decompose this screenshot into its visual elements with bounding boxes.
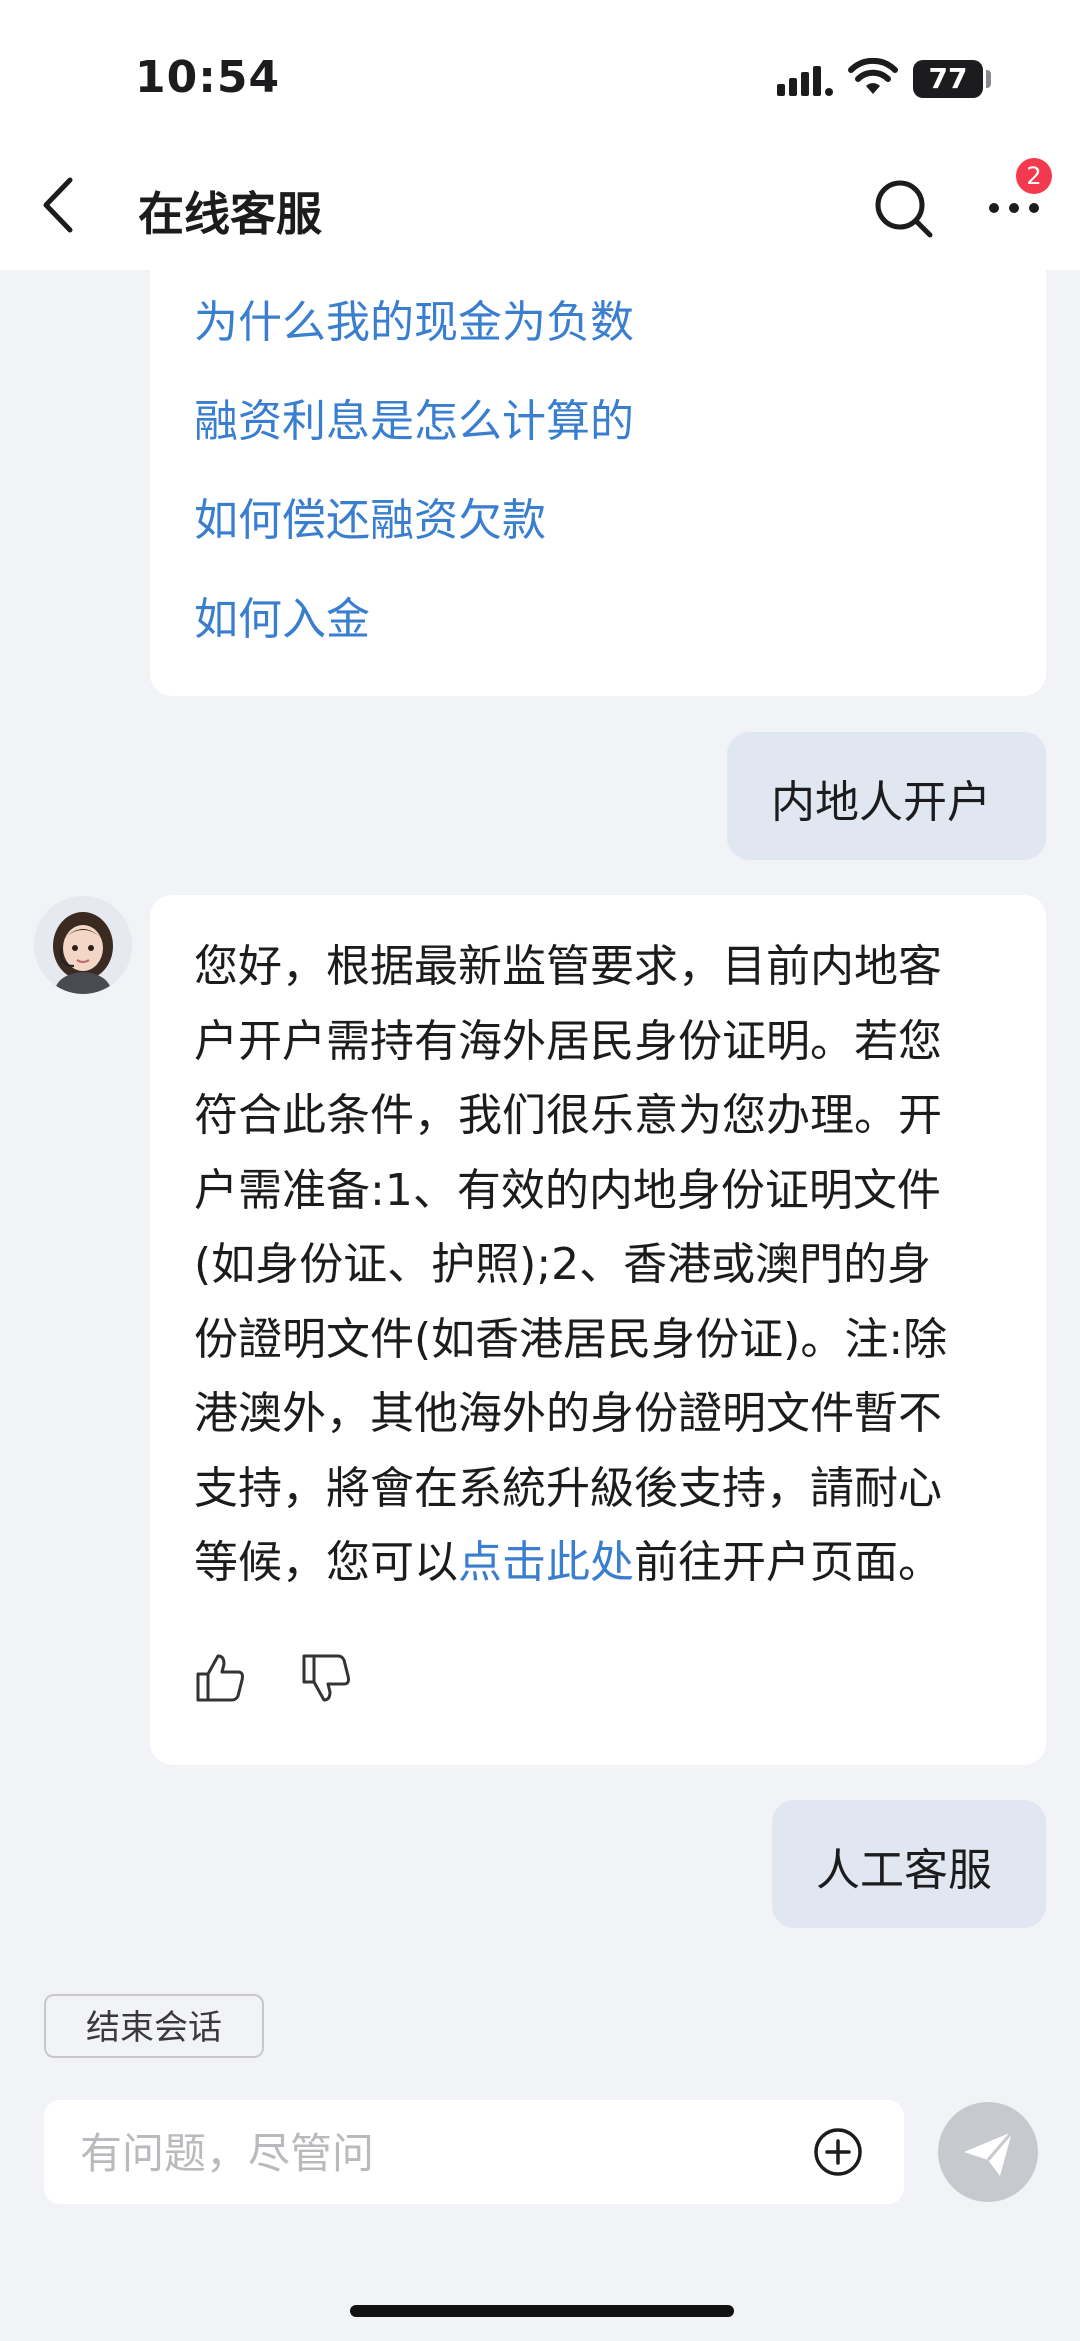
answer-text-prefix: 等候，您可以 [194, 1537, 458, 1588]
faq-item[interactable]: 融资利息是怎么计算的 [194, 385, 634, 449]
thumbs-down-icon[interactable] [298, 1650, 354, 1706]
user-message-bubble: 内地人开户 [727, 732, 1046, 860]
battery-tip [986, 70, 991, 88]
faq-item[interactable]: 如何入金 [194, 583, 370, 647]
answer-line: 份證明文件(如香港居民身份证)。注:除 [194, 1313, 948, 1365]
answer-line: 户开户需持有海外居民身份证明。若您 [194, 1015, 942, 1067]
user-message-text: 人工客服 [816, 1845, 992, 1896]
search-icon[interactable] [870, 175, 936, 241]
faq-item[interactable]: 为什么我的现金为负数 [194, 286, 634, 350]
answer-line-last: 等候，您可以点击此处前往开户页面。 [194, 1526, 1004, 1601]
notification-badge: 2 [1016, 158, 1052, 194]
agent-avatar-image [34, 896, 132, 994]
open-account-link[interactable]: 点击此处 [458, 1537, 634, 1588]
thumbs-up-icon[interactable] [192, 1650, 248, 1706]
message-input[interactable] [78, 2122, 782, 2184]
user-message-text: 内地人开户 [771, 777, 991, 828]
status-time: 10:54 [135, 52, 281, 103]
cellular-signal-icon [777, 66, 833, 96]
user-message-bubble: 人工客服 [772, 1800, 1046, 1928]
answer-text-suffix: 前往开户页面。 [634, 1537, 942, 1588]
message-input-container [44, 2100, 904, 2204]
answer-line: 户需准备:1、有效的内地身份证明文件 [194, 1164, 941, 1216]
end-session-button[interactable]: 结束会话 [44, 1994, 264, 2058]
back-arrow-icon[interactable] [30, 170, 90, 240]
send-button[interactable] [938, 2102, 1038, 2202]
answer-line: 您好，根据最新监管要求，目前内地客 [194, 941, 942, 992]
page-title: 在线客服 [138, 187, 322, 241]
wifi-icon [848, 58, 898, 94]
answer-line: 港澳外，其他海外的身份證明文件暫不 [194, 1388, 942, 1439]
send-icon [964, 2131, 1014, 2176]
answer-line: (如身份证、护照);2、香港或澳門的身 [194, 1239, 932, 1290]
battery-indicator: 77 [913, 60, 983, 98]
faq-item[interactable]: 如何偿还融资欠款 [194, 484, 546, 548]
agent-avatar [34, 896, 132, 994]
home-indicator [350, 2305, 734, 2317]
plus-circle-icon[interactable] [812, 2126, 864, 2178]
answer-line: 符合此条件，我们很乐意为您办理。开 [194, 1090, 942, 1141]
agent-answer-text: 您好，根据最新监管要求，目前内地客 户开户需持有海外居民身份证明。若您 符合此条… [194, 930, 1004, 1601]
answer-line: 支持，將會在系統升級後支持，請耐心 [194, 1462, 942, 1514]
